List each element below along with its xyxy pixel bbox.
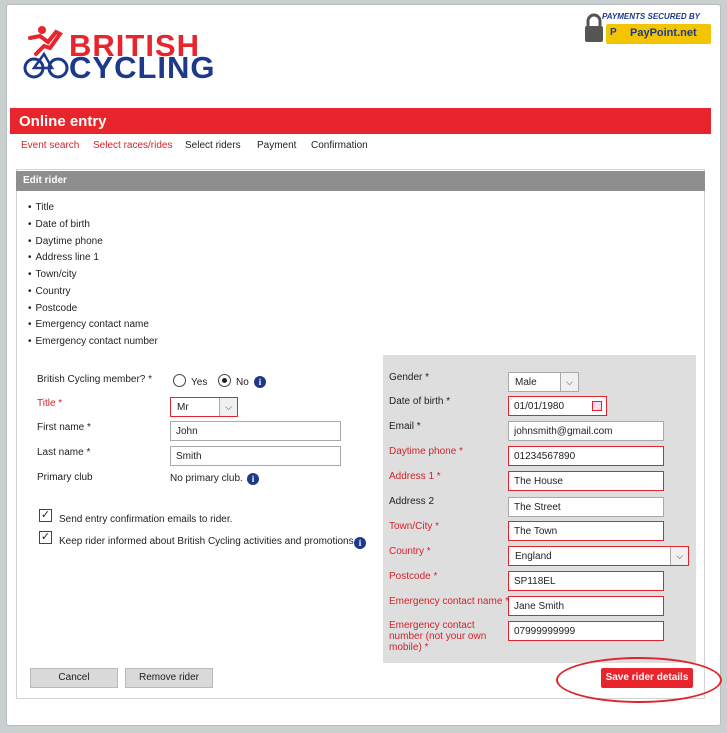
paypoint-mark-icon: P — [610, 27, 617, 38]
paypoint-badge: P PayPoint.net — [606, 24, 711, 44]
member-no-radio[interactable] — [218, 374, 231, 387]
gender-select[interactable]: Male ⌵ — [508, 372, 579, 392]
british-cycling-logo-icon — [23, 26, 69, 79]
cancel-button[interactable]: Cancel — [30, 668, 118, 688]
first-name-input[interactable] — [170, 421, 341, 441]
address1-input[interactable] — [508, 471, 664, 491]
town-label: Town/City * — [389, 521, 440, 532]
title-value: Mr — [177, 402, 189, 413]
country-label: Country * — [389, 546, 431, 557]
address2-input[interactable] — [508, 497, 664, 517]
nav-select-riders: Select riders — [185, 140, 241, 151]
gender-label: Gender * — [389, 372, 430, 383]
payments-secured-text: PAYMENTS SECURED BY — [602, 12, 700, 21]
promotions-info-icon[interactable]: i — [354, 537, 366, 549]
address2-label: Address 2 — [389, 496, 435, 507]
address1-label: Address 1 * — [389, 471, 441, 482]
member-yes-label: Yes — [191, 377, 208, 388]
chevron-down-icon: ⌵ — [560, 373, 578, 391]
last-name-input[interactable] — [170, 446, 341, 466]
calendar-icon[interactable] — [592, 401, 602, 411]
panel-header: Edit rider — [16, 171, 705, 191]
error-item: Address line 1 — [28, 250, 158, 267]
phone-input[interactable] — [508, 446, 664, 466]
keep-informed-label: Keep rider informed about British Cyclin… — [59, 536, 357, 547]
error-item: Emergency contact number — [28, 334, 158, 351]
primary-club-value: No primary club. — [170, 473, 243, 484]
dob-value: 01/01/1980 — [514, 401, 565, 412]
logo-text-cycling: CYCLING — [69, 50, 216, 85]
postcode-label: Postcode * — [389, 571, 438, 582]
title-label: Title * — [37, 398, 63, 409]
country-value: England — [515, 551, 552, 562]
nav-select-races[interactable]: Select races/rides — [93, 140, 172, 151]
page-title: Online entry — [19, 113, 107, 130]
highlight-oval — [556, 657, 722, 703]
town-input[interactable] — [508, 521, 664, 541]
keep-informed-checkbox[interactable]: ✓ — [39, 531, 52, 544]
ec-name-label: Emergency contact name * — [389, 596, 510, 607]
ec-name-input[interactable] — [508, 596, 664, 616]
error-item: Date of birth — [28, 217, 158, 234]
send-emails-label: Send entry confirmation emails to rider. — [59, 514, 233, 525]
paypoint-name: PayPoint.net — [630, 27, 697, 39]
country-select[interactable]: England ⌵ — [508, 546, 689, 566]
chevron-down-icon: ⌵ — [219, 398, 237, 416]
email-label: Email * — [389, 421, 421, 432]
error-list: Title Date of birth Daytime phone Addres… — [28, 200, 158, 351]
ec-number-input[interactable] — [508, 621, 664, 641]
first-name-label: First name * — [37, 422, 91, 433]
title-select[interactable]: Mr ⌵ — [170, 397, 238, 417]
remove-rider-button[interactable]: Remove rider — [125, 668, 213, 688]
member-info-icon[interactable]: i — [254, 376, 266, 388]
dob-label: Date of birth * — [389, 396, 451, 407]
page-title-bar: Online entry — [10, 108, 711, 134]
send-emails-checkbox[interactable]: ✓ — [39, 509, 52, 522]
ec-number-label: Emergency contact number (not your own m… — [389, 620, 487, 653]
nav-event-search[interactable]: Event search — [21, 140, 79, 151]
panel-title: Edit rider — [23, 175, 67, 186]
padlock-icon — [585, 13, 603, 42]
dob-input[interactable]: 01/01/1980 — [508, 396, 607, 416]
member-no-label: No — [236, 377, 249, 388]
nav-confirmation: Confirmation — [311, 140, 368, 151]
email-input[interactable] — [508, 421, 664, 441]
chevron-down-icon: ⌵ — [670, 547, 688, 565]
phone-label: Daytime phone * — [389, 446, 463, 457]
primary-club-label: Primary club — [37, 472, 93, 483]
error-item: Country — [28, 284, 158, 301]
nav-payment: Payment — [257, 140, 297, 151]
error-item: Postcode — [28, 301, 158, 318]
postcode-input[interactable] — [508, 571, 664, 591]
error-item: Emergency contact name — [28, 317, 158, 334]
last-name-label: Last name * — [37, 447, 91, 458]
error-item: Town/city — [28, 267, 158, 284]
error-item: Title — [28, 200, 158, 217]
member-yes-radio[interactable] — [173, 374, 186, 387]
gender-value: Male — [515, 377, 537, 388]
member-label: British Cycling member? * — [37, 374, 153, 385]
error-item: Daytime phone — [28, 234, 158, 251]
club-info-icon[interactable]: i — [247, 473, 259, 485]
